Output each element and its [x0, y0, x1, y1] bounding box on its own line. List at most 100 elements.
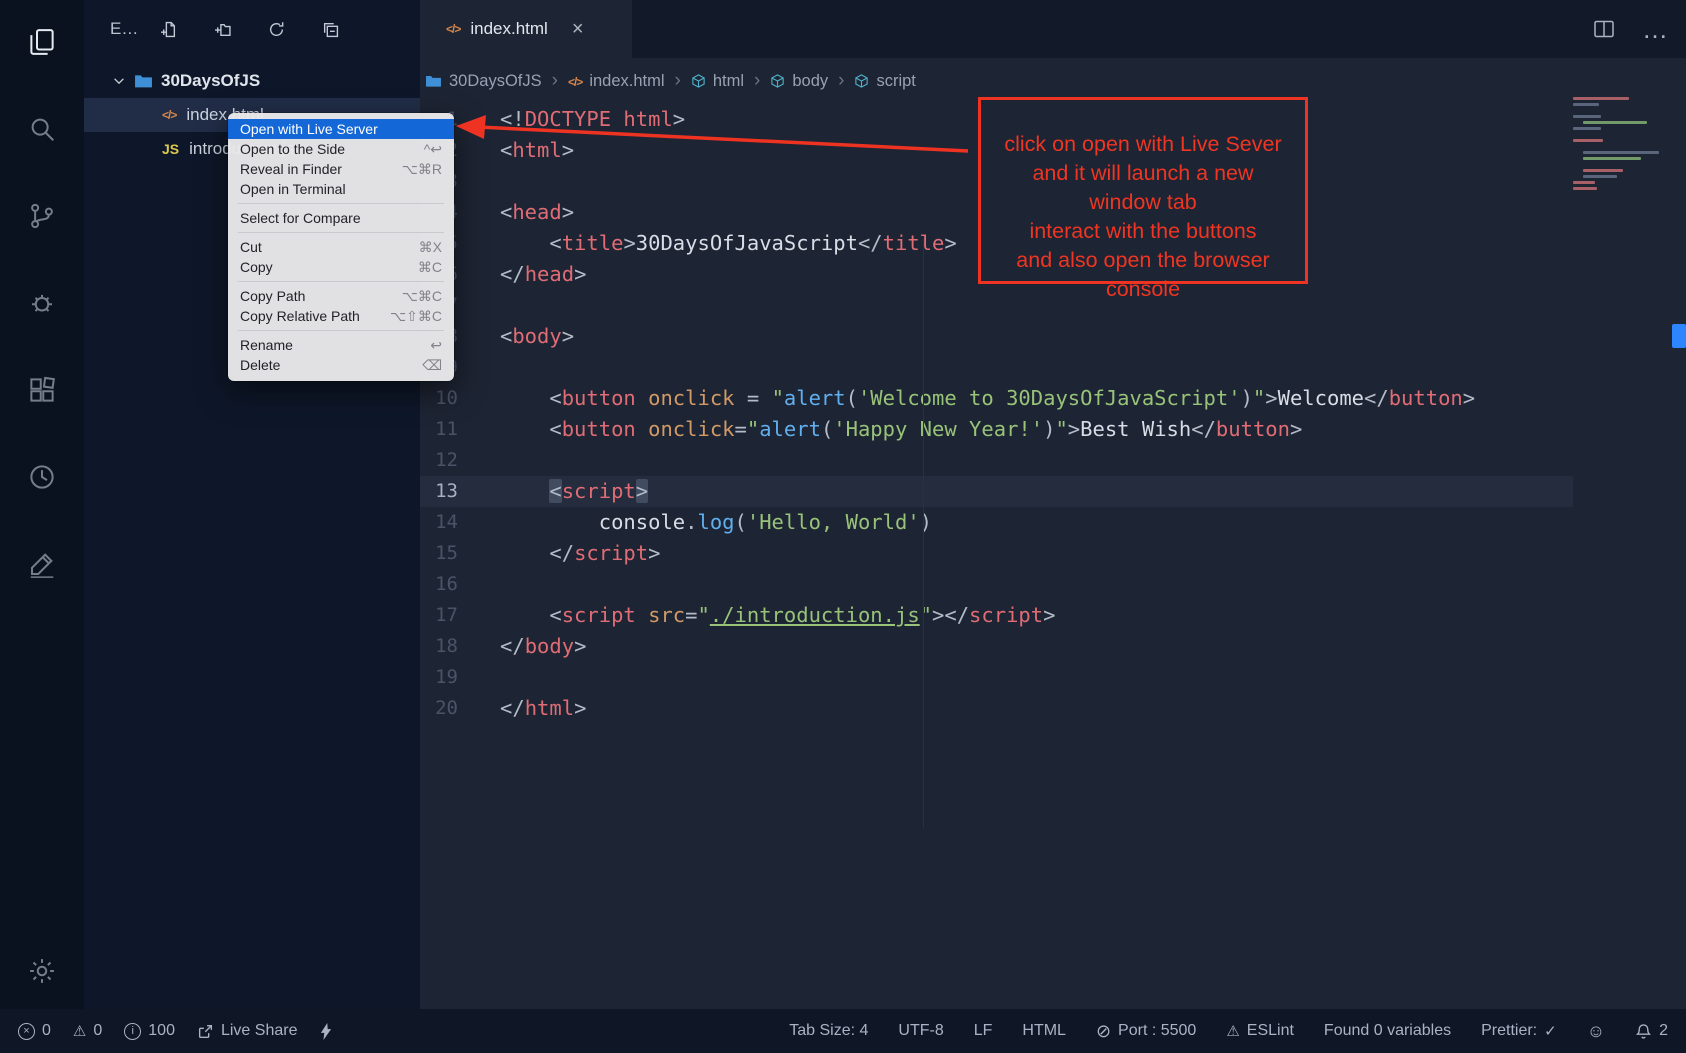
menu-item-select-for-compare[interactable]: Select for Compare: [228, 208, 454, 228]
code-text: <button onclick = "alert('Welcome to 30D…: [500, 383, 1475, 414]
status-2[interactable]: 2: [1635, 1022, 1668, 1040]
menu-item-label: Rename: [240, 337, 293, 353]
code-line-10[interactable]: 10 <button onclick = "alert('Welcome to …: [420, 383, 1573, 414]
code-line-17[interactable]: 17 <script src="./introduction.js"></scr…: [420, 600, 1573, 631]
status-html[interactable]: HTML: [1022, 1022, 1066, 1040]
collapse-all-icon[interactable]: [322, 21, 339, 38]
settings-gear-icon[interactable]: [26, 955, 58, 987]
status-smiley-icon[interactable]: ☺: [1587, 1021, 1605, 1042]
code-line-14[interactable]: 14 console.log('Hello, World'): [420, 507, 1573, 538]
folder-icon: [425, 74, 442, 88]
status-found-0-variables[interactable]: Found 0 variables: [1324, 1022, 1451, 1040]
menu-separator: [238, 232, 444, 233]
run-debug-icon[interactable]: [26, 287, 58, 319]
code-line-18[interactable]: 18</body>: [420, 631, 1573, 662]
close-icon[interactable]: ×: [572, 19, 584, 39]
status-live-share[interactable]: Live Share: [197, 1022, 298, 1040]
line-number: 13: [420, 476, 458, 507]
more-actions-icon[interactable]: …: [1642, 24, 1670, 34]
status-port-5500[interactable]: ⊘Port : 5500: [1096, 1021, 1196, 1042]
menu-item-label: Copy: [240, 259, 273, 275]
html-file-icon: </>: [446, 22, 460, 36]
code-text: <body>: [500, 321, 574, 352]
tree-root-folder[interactable]: 30DaysOfJS: [84, 64, 420, 98]
menu-item-copy[interactable]: Copy⌘C: [228, 257, 454, 277]
breadcrumb-30daysofjs[interactable]: 30DaysOfJS: [425, 72, 542, 91]
annotation-box: click on open with Live Sever and it wil…: [978, 97, 1308, 284]
search-icon[interactable]: [26, 113, 58, 145]
breadcrumb-label: 30DaysOfJS: [449, 72, 542, 91]
smiley-icon: ☺: [1587, 1021, 1605, 1042]
menu-item-delete[interactable]: Delete⌫: [228, 355, 454, 375]
menu-item-label: Cut: [240, 239, 262, 255]
pen-icon[interactable]: [26, 548, 58, 580]
code-line-8[interactable]: 8<body>: [420, 321, 1573, 352]
menu-item-copy-path[interactable]: Copy Path⌥⌘C: [228, 286, 454, 306]
menu-item-label: Open with Live Server: [240, 121, 378, 137]
tab-index-html[interactable]: </> index.html ×: [420, 0, 632, 58]
line-number: 17: [420, 600, 458, 631]
line-number: 11: [420, 414, 458, 445]
status-utf-8[interactable]: UTF-8: [898, 1022, 943, 1040]
html-file-icon: </>: [162, 108, 176, 122]
minimap[interactable]: [1573, 97, 1665, 193]
status-bolt-icon[interactable]: [319, 1023, 333, 1040]
line-number: 10: [420, 383, 458, 414]
code-line-20[interactable]: 20 </html>: [420, 693, 1573, 724]
code-text: </html>: [500, 693, 586, 724]
explorer-icon[interactable]: [26, 26, 58, 58]
code-line-9[interactable]: 9: [420, 352, 1573, 383]
explorer-title: E…: [110, 19, 138, 39]
menu-item-open-in-terminal[interactable]: Open in Terminal: [228, 179, 454, 199]
menu-item-reveal-in-finder[interactable]: Reveal in Finder⌥⌘R: [228, 159, 454, 179]
code-line-7[interactable]: 7: [420, 290, 1573, 321]
status-eslint[interactable]: ⚠ESLint: [1226, 1022, 1294, 1040]
code-text: <!DOCTYPE html>: [500, 104, 685, 135]
js-file-icon: JS: [162, 141, 179, 157]
source-control-icon[interactable]: [26, 200, 58, 232]
code-text: <title>30DaysOfJavaScript</title>: [500, 228, 957, 259]
menu-item-open-to-the-side[interactable]: Open to the Side^↩: [228, 139, 454, 159]
line-number: 12: [420, 445, 458, 476]
breadcrumb-index-html[interactable]: </>index.html: [568, 72, 665, 91]
breadcrumb-html[interactable]: html: [691, 72, 744, 91]
menu-item-shortcut: ^↩: [424, 141, 442, 158]
line-number: 16: [420, 569, 458, 600]
status-label: ESLint: [1247, 1022, 1294, 1040]
extensions-icon[interactable]: [26, 374, 58, 406]
code-line-12[interactable]: 12: [420, 445, 1573, 476]
status-tab-size-4[interactable]: Tab Size: 4: [789, 1022, 868, 1040]
menu-item-rename[interactable]: Rename↩: [228, 335, 454, 355]
clock-icon[interactable]: [26, 461, 58, 493]
breadcrumb-body[interactable]: body: [770, 72, 828, 91]
menu-item-copy-relative-path[interactable]: Copy Relative Path⌥⇧⌘C: [228, 306, 454, 326]
symbol-icon: [854, 73, 869, 89]
code-line-13[interactable]: 13 <script>: [420, 476, 1573, 507]
menu-item-shortcut: ⌥⇧⌘C: [390, 308, 442, 325]
status-lf[interactable]: LF: [974, 1022, 993, 1040]
new-folder-icon[interactable]: [214, 21, 231, 38]
code-line-19[interactable]: 19: [420, 662, 1573, 693]
line-number: 20: [420, 693, 458, 724]
status-100[interactable]: i100: [124, 1022, 175, 1040]
status-label: Found 0 variables: [1324, 1022, 1451, 1040]
status-0[interactable]: ×0: [18, 1022, 51, 1040]
status-prettier[interactable]: Prettier:✓: [1481, 1022, 1557, 1040]
code-line-11[interactable]: 11 <button onclick="alert('Happy New Yea…: [420, 414, 1573, 445]
status-label: Live Share: [221, 1022, 298, 1040]
refresh-icon[interactable]: [268, 21, 285, 38]
code-line-16[interactable]: 16: [420, 569, 1573, 600]
status-label: 100: [148, 1022, 175, 1040]
menu-item-shortcut: ⌥⌘R: [402, 161, 442, 178]
split-editor-icon[interactable]: [1592, 17, 1616, 41]
status-0[interactable]: ⚠0: [73, 1022, 102, 1040]
menu-item-label: Delete: [240, 357, 280, 373]
menu-item-shortcut: ⌘X: [419, 239, 442, 256]
new-file-icon[interactable]: [160, 21, 177, 38]
menu-item-open-with-live-server[interactable]: Open with Live Server: [228, 119, 454, 139]
menu-item-cut[interactable]: Cut ⌘X: [228, 237, 454, 257]
editor-actions: …: [1592, 0, 1670, 58]
code-line-15[interactable]: 15 </script>: [420, 538, 1573, 569]
menu-item-label: Open in Terminal: [240, 181, 346, 197]
breadcrumb-script[interactable]: script: [854, 72, 915, 91]
